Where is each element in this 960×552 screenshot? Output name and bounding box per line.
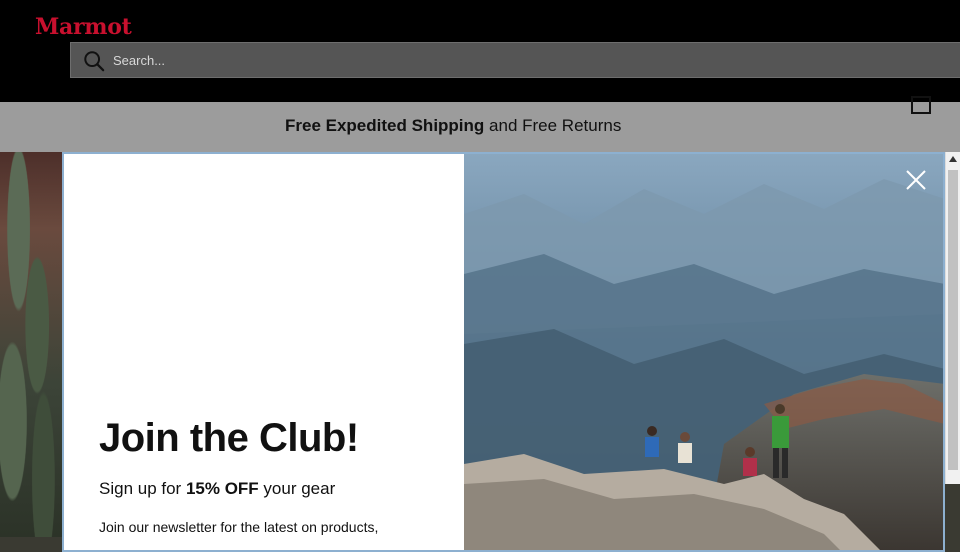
subtitle-post: your gear bbox=[258, 479, 336, 498]
close-icon[interactable] bbox=[902, 166, 930, 194]
hikers-canyon-photo bbox=[464, 154, 943, 550]
newsletter-description: Join our newsletter for the latest on pr… bbox=[99, 519, 379, 535]
promo-bold-text: Free Expedited Shipping bbox=[285, 116, 485, 135]
scroll-up-arrow-icon[interactable] bbox=[948, 154, 958, 164]
search-bar[interactable] bbox=[70, 42, 960, 78]
marmot-logo[interactable]: Marmot bbox=[35, 14, 132, 40]
search-icon[interactable] bbox=[83, 50, 105, 72]
modal-scrollbar[interactable] bbox=[945, 152, 960, 484]
background-image bbox=[0, 152, 62, 537]
newsletter-modal: Join the Club! Sign up for 15% OFF your … bbox=[62, 152, 945, 552]
search-input[interactable] bbox=[113, 43, 813, 77]
modal-title: Join the Club! bbox=[99, 416, 359, 460]
shopping-bag-icon[interactable] bbox=[911, 96, 931, 114]
subtitle-pre: Sign up for bbox=[99, 479, 186, 498]
promo-rest-text: and Free Returns bbox=[484, 116, 622, 135]
promo-text[interactable]: Free Expedited Shipping and Free Returns bbox=[285, 116, 621, 136]
promo-banner: Free Expedited Shipping and Free Returns bbox=[0, 102, 960, 152]
subtitle-discount: 15% OFF bbox=[185, 479, 259, 498]
modal-content: Join the Club! Sign up for 15% OFF your … bbox=[64, 154, 464, 550]
modal-subtitle: Sign up for 15% OFF your gear bbox=[99, 479, 335, 499]
site-header: Marmot bbox=[0, 0, 960, 102]
scroll-thumb[interactable] bbox=[948, 170, 958, 470]
